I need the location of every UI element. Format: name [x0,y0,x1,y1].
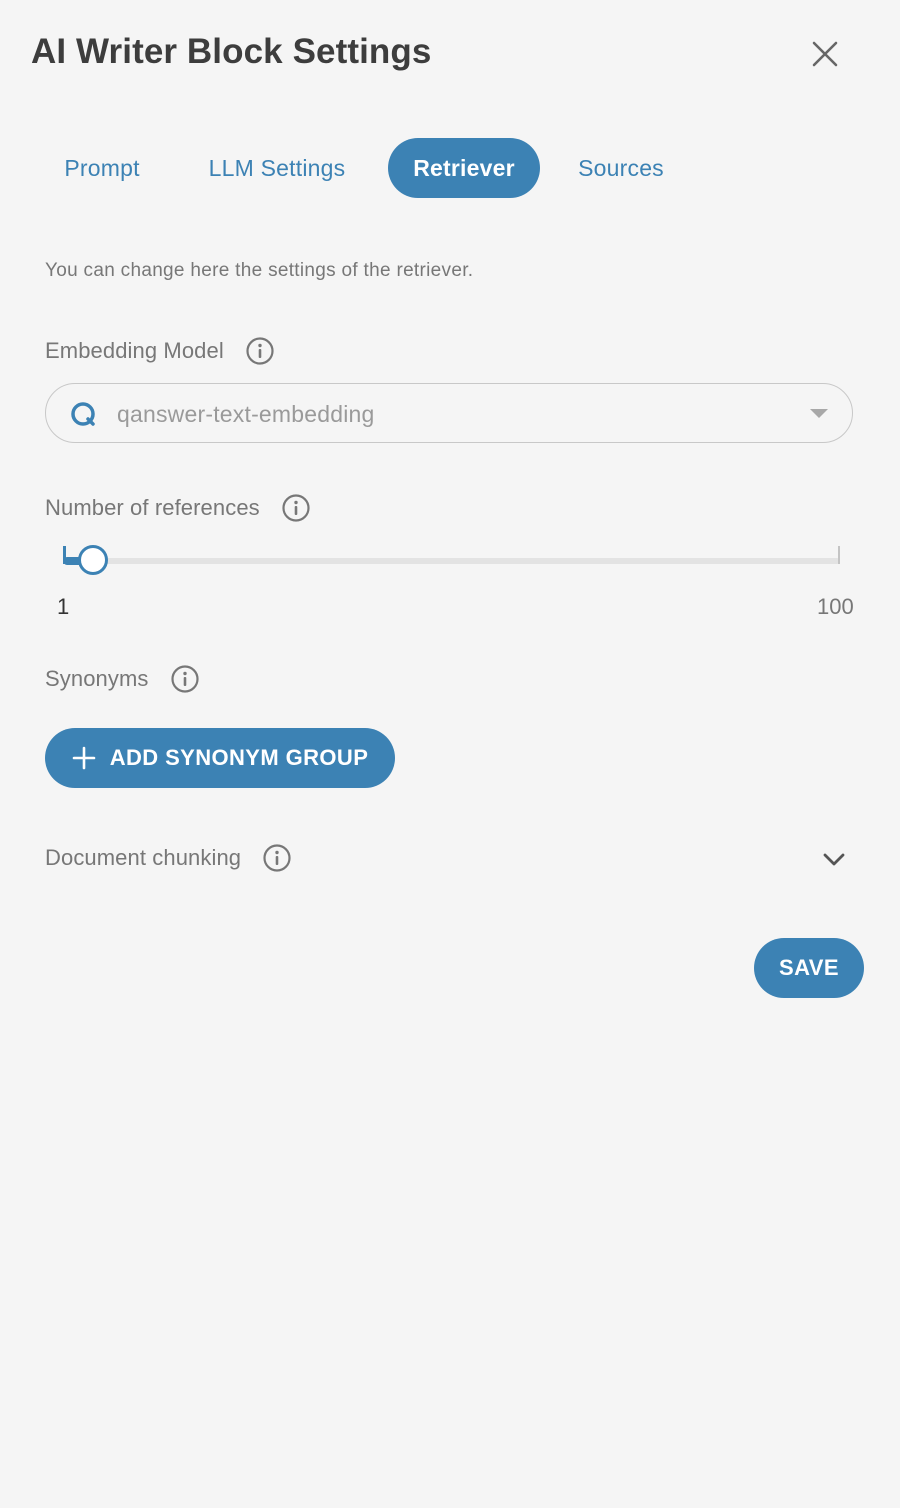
references-slider-thumb[interactable] [78,545,108,575]
info-icon[interactable] [245,336,275,366]
add-synonym-group-label: ADD SYNONYM GROUP [109,745,369,770]
chunking-label-row: Document chunking [45,843,292,873]
tab-retriever[interactable]: Retriever [388,138,540,198]
embedding-model-label: Embedding Model [45,338,224,363]
embedding-model-select[interactable]: qanswer-text-embedding [45,383,853,443]
dialog-title: AI Writer Block Settings [31,32,432,71]
chevron-down-icon [823,853,845,866]
references-slider-track[interactable] [64,558,840,564]
close-icon [812,41,838,67]
chunking-expand-button[interactable] [818,845,850,875]
synonyms-label: Synonyms [45,666,149,691]
model-icon [71,402,95,426]
tab-prompt[interactable]: Prompt [38,138,166,198]
references-label: Number of references [45,495,260,520]
references-min-label: 1 [57,594,70,619]
add-synonym-group-button[interactable]: ADD SYNONYM GROUP [45,728,395,788]
retriever-description: You can change here the settings of the … [45,260,474,281]
references-max-label: 100 [817,594,854,619]
synonyms-label-row: Synonyms [45,664,200,694]
references-slider-min-mark [63,546,66,564]
info-icon[interactable] [170,664,200,694]
info-icon[interactable] [262,843,292,873]
dropdown-arrow-icon [810,409,828,418]
chunking-label: Document chunking [45,845,242,870]
close-button[interactable] [803,32,847,76]
info-icon[interactable] [281,493,311,523]
references-slider-max-mark [838,546,840,564]
embedding-model-label-row: Embedding Model [45,336,275,366]
plus-icon [72,746,95,770]
save-button[interactable]: SAVE [754,938,864,998]
embedding-model-value: qanswer-text-embedding [117,401,375,427]
tab-sources[interactable]: Sources [540,138,702,198]
tab-llm-settings[interactable]: LLM Settings [166,138,388,198]
tab-bar: Prompt LLM Settings Retriever Sources [38,138,702,198]
references-label-row: Number of references [45,493,311,523]
